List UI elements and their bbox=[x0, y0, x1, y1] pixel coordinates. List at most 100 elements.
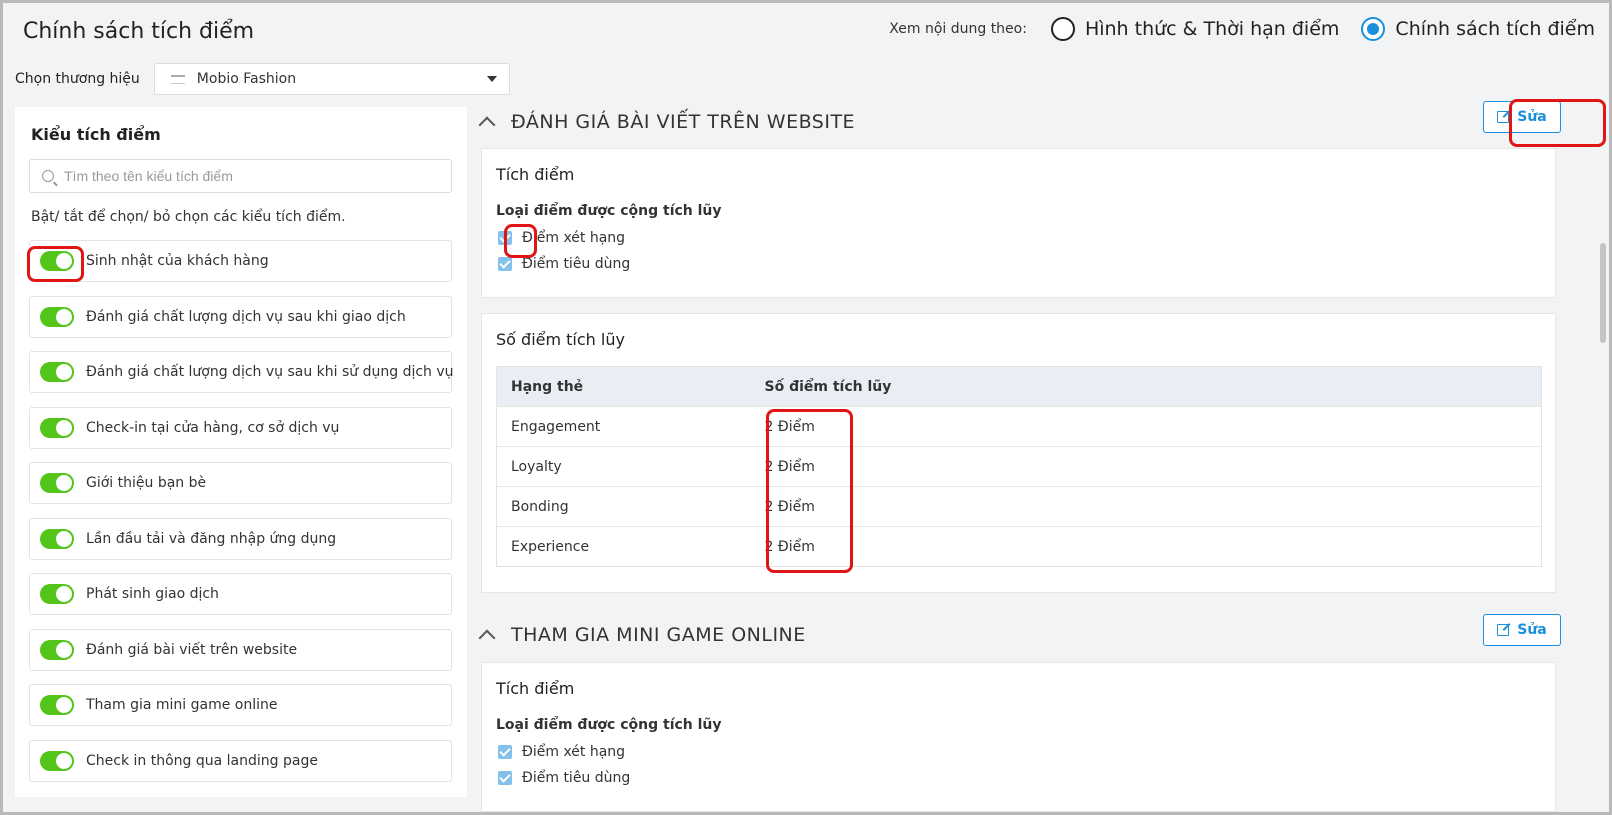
edit-label: Sửa bbox=[1517, 622, 1547, 638]
checkbox-row[interactable]: Điểm xét hạng bbox=[498, 230, 625, 246]
table-row: Experience 2 Điểm bbox=[496, 526, 1542, 567]
panel-hint: Bật/ tắt để chọn/ bỏ chọn các kiểu tích … bbox=[31, 209, 346, 225]
tier-cell: Bonding bbox=[496, 486, 751, 527]
points-type-panel: Kiểu tích điểm Bật/ tắt để chọn/ bỏ chọn… bbox=[15, 107, 467, 797]
column-header: Số điểm tích lũy bbox=[750, 366, 1542, 407]
radio-checked-icon[interactable] bbox=[1361, 17, 1386, 41]
checkbox[interactable] bbox=[498, 745, 512, 759]
checkbox[interactable] bbox=[498, 257, 512, 271]
points-card: Tích điểm Loại điểm được cộng tích lũy Đ… bbox=[481, 662, 1556, 812]
chevron-down-icon bbox=[486, 76, 497, 82]
card-title: Số điểm tích lũy bbox=[496, 330, 625, 349]
section-title: ĐÁNH GIÁ BÀI VIẾT TRÊN WEBSITE bbox=[511, 111, 856, 133]
card-title: Tích điểm bbox=[496, 679, 575, 698]
toggle-label: Phát sinh giao dịch bbox=[86, 586, 219, 602]
section-header: THAM GIA MINI GAME ONLINE Sửa bbox=[478, 614, 1561, 656]
app-frame: Chính sách tích điểm Xem nội dung theo: … bbox=[0, 0, 1612, 815]
toggle-list: Sinh nhật của khách hàng Đánh giá chất l… bbox=[29, 240, 454, 795]
list-item: Đánh giá chất lượng dịch vụ sau khi giao… bbox=[29, 295, 452, 338]
toggle-switch[interactable] bbox=[40, 251, 74, 271]
table-row: Bonding 2 Điểm bbox=[496, 486, 1542, 527]
view-label: Xem nội dung theo: bbox=[889, 21, 1027, 37]
toggle-label: Đánh giá chất lượng dịch vụ sau khi giao… bbox=[86, 308, 406, 325]
list-item: Check in thông qua landing page bbox=[29, 739, 452, 782]
toggle-switch[interactable] bbox=[40, 417, 74, 438]
toggle-switch[interactable] bbox=[40, 528, 74, 549]
list-item: Check-in tại cửa hàng, cơ sở dịch vụ bbox=[29, 406, 452, 449]
view-switch: Xem nội dung theo: Hình thức & Thời hạn … bbox=[889, 17, 1595, 41]
column-header: Hạng thẻ bbox=[496, 366, 751, 407]
checkbox-label: Điểm tiêu dùng bbox=[522, 256, 631, 272]
list-item: Sinh nhật của khách hàng bbox=[29, 240, 452, 282]
card-title: Tích điểm bbox=[496, 165, 575, 184]
list-item: Đánh giá chất lượng dịch vụ sau khi sử d… bbox=[29, 351, 454, 393]
radio-label: Chính sách tích điểm bbox=[1395, 18, 1595, 40]
chevron-up-icon[interactable] bbox=[478, 629, 496, 647]
edit-icon bbox=[1497, 111, 1510, 123]
list-item: Lần đầu tải và đăng nhập ứng dụng bbox=[29, 517, 452, 560]
toggle-label: Giới thiệu bạn bè bbox=[86, 475, 207, 491]
points-cell: 2 Điểm bbox=[750, 486, 1542, 527]
brand-logo-icon bbox=[170, 74, 185, 84]
table-row: Loyalty 2 Điểm bbox=[496, 446, 1542, 487]
brand-select[interactable]: Mobio Fashion bbox=[153, 63, 510, 95]
points-cell: 2 Điểm bbox=[750, 446, 1542, 487]
tier-cell: Engagement bbox=[496, 406, 751, 447]
toggle-switch[interactable] bbox=[40, 584, 74, 604]
checkbox-label: Điểm xét hạng bbox=[522, 744, 626, 760]
checkbox-row[interactable]: Điểm tiêu dùng bbox=[498, 256, 630, 272]
points-cell: 2 Điểm bbox=[750, 526, 1542, 567]
toggle-label: Check in thông qua landing page bbox=[86, 752, 318, 769]
list-item: Phát sinh giao dịch bbox=[29, 573, 452, 615]
accumulated-points-card: Số điểm tích lũy Hạng thẻ Số điểm tích l… bbox=[481, 313, 1556, 593]
edit-button[interactable]: Sửa bbox=[1483, 101, 1561, 133]
checkbox-label: Điểm tiêu dùng bbox=[522, 770, 631, 786]
checkbox-row[interactable]: Điểm tiêu dùng bbox=[498, 770, 630, 786]
brand-value: Mobio Fashion bbox=[196, 71, 297, 87]
toggle-switch[interactable] bbox=[40, 750, 74, 771]
search-input[interactable] bbox=[64, 168, 444, 184]
checkbox[interactable] bbox=[498, 231, 512, 245]
points-type-label: Loại điểm được cộng tích lũy bbox=[496, 717, 722, 733]
section-header: ĐÁNH GIÁ BÀI VIẾT TRÊN WEBSITE Sửa bbox=[478, 101, 1561, 143]
list-item: Tham gia mini game online bbox=[29, 684, 452, 726]
table-row: Engagement 2 Điểm bbox=[496, 406, 1542, 447]
toggle-label: Đánh giá bài viết trên website bbox=[86, 641, 298, 658]
radio-label: Hình thức & Thời hạn điểm bbox=[1084, 18, 1340, 40]
edit-button[interactable]: Sửa bbox=[1483, 614, 1561, 646]
brand-label: Chọn thương hiệu bbox=[15, 71, 140, 87]
tier-cell: Experience bbox=[496, 526, 751, 567]
points-type-label: Loại điểm được cộng tích lũy bbox=[496, 203, 722, 219]
checkbox-row[interactable]: Điểm xét hạng bbox=[498, 744, 625, 760]
chevron-up-icon[interactable] bbox=[478, 116, 496, 134]
radio-icon[interactable] bbox=[1050, 17, 1075, 41]
points-table: Hạng thẻ Số điểm tích lũy Engagement 2 Đ… bbox=[496, 366, 1542, 567]
toggle-switch[interactable] bbox=[40, 639, 74, 660]
section-title: THAM GIA MINI GAME ONLINE bbox=[511, 624, 806, 646]
toggle-label: Sinh nhật của khách hàng bbox=[86, 253, 269, 269]
page-title: Chính sách tích điểm bbox=[23, 19, 255, 44]
toggle-label: Tham gia mini game online bbox=[86, 697, 278, 713]
toggle-switch[interactable] bbox=[40, 473, 74, 493]
toggle-label: Check-in tại cửa hàng, cơ sở dịch vụ bbox=[86, 419, 340, 436]
checkbox[interactable] bbox=[498, 771, 512, 785]
radio-option-policy[interactable]: Chính sách tích điểm bbox=[1361, 17, 1595, 41]
toggle-switch[interactable] bbox=[40, 306, 74, 327]
panel-title: Kiểu tích điểm bbox=[31, 125, 161, 144]
list-item: Đánh giá bài viết trên website bbox=[29, 628, 452, 671]
toggle-label: Đánh giá chất lượng dịch vụ sau khi sử d… bbox=[86, 364, 454, 380]
list-item: Giới thiệu bạn bè bbox=[29, 462, 452, 504]
scrollbar[interactable] bbox=[1600, 243, 1606, 343]
toggle-switch[interactable] bbox=[40, 362, 74, 382]
radio-option-format[interactable]: Hình thức & Thời hạn điểm bbox=[1050, 17, 1340, 41]
edit-icon bbox=[1497, 624, 1510, 636]
table-header-row: Hạng thẻ Số điểm tích lũy bbox=[496, 366, 1542, 407]
points-card: Tích điểm Loại điểm được cộng tích lũy Đ… bbox=[481, 148, 1556, 298]
toggle-label: Lần đầu tải và đăng nhập ứng dụng bbox=[86, 530, 337, 547]
search-icon bbox=[42, 170, 54, 182]
toggle-switch[interactable] bbox=[40, 695, 74, 715]
points-cell: 2 Điểm bbox=[750, 406, 1542, 447]
search-box[interactable] bbox=[29, 159, 452, 193]
brand-row: Chọn thương hiệu Mobio Fashion bbox=[15, 63, 510, 95]
tier-cell: Loyalty bbox=[496, 446, 751, 487]
